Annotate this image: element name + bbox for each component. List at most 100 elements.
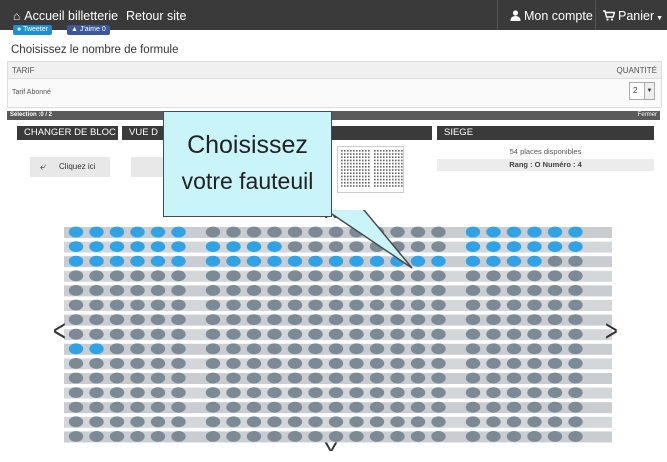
chevron-left-icon[interactable]: < <box>53 313 66 349</box>
seat-taken <box>150 299 166 311</box>
seat-available[interactable] <box>109 241 125 252</box>
seat-available[interactable] <box>431 255 446 267</box>
seat-available[interactable] <box>506 241 522 252</box>
account-link[interactable]: Mon compte <box>510 0 593 30</box>
seat-available[interactable] <box>527 241 542 252</box>
seat-available[interactable] <box>465 255 481 267</box>
seat-taken <box>328 401 344 413</box>
seat-available[interactable] <box>547 241 563 252</box>
seat-available[interactable] <box>130 241 145 252</box>
seat-taken <box>568 299 583 311</box>
seat-available[interactable] <box>109 255 125 267</box>
seat-available[interactable] <box>109 226 125 238</box>
seat-available[interactable] <box>171 255 186 267</box>
seat-available[interactable] <box>568 226 583 238</box>
minimap-seat <box>374 153 376 155</box>
seat-available[interactable] <box>150 226 166 238</box>
seat-available[interactable] <box>267 255 282 267</box>
seat-available[interactable] <box>568 241 583 252</box>
seat-taken <box>431 226 446 238</box>
twitter-icon: ● <box>17 26 22 33</box>
seat-available[interactable] <box>150 241 166 252</box>
minimap-seat <box>347 156 349 158</box>
chevron-down-icon[interactable]: v <box>325 438 338 456</box>
seat-available[interactable] <box>527 255 542 267</box>
secondary-button[interactable] <box>131 157 164 177</box>
like-button[interactable]: ▲ J'aime 0 <box>67 25 110 35</box>
seat-available[interactable] <box>205 255 221 267</box>
minimap-seat <box>401 159 403 162</box>
seat-taken <box>547 343 563 355</box>
seat-taken <box>267 343 282 355</box>
seat-taken <box>390 314 405 325</box>
seat-taken <box>465 285 481 296</box>
callout-box: Choisissez votre fauteuil <box>163 111 332 217</box>
seat-available[interactable] <box>226 241 241 252</box>
callout-pointer <box>324 210 413 269</box>
seat-taken <box>205 299 221 311</box>
seat-available[interactable] <box>527 226 542 238</box>
seat-available[interactable] <box>68 255 84 267</box>
minimap-seat <box>383 175 385 178</box>
minimap-seat <box>356 156 358 158</box>
seat-available[interactable] <box>246 255 262 267</box>
seat-taken <box>287 343 303 355</box>
seat-taken <box>410 387 426 398</box>
minimap-seat <box>341 182 343 184</box>
seat-available[interactable] <box>547 226 563 238</box>
minimap-seat <box>344 156 346 158</box>
seat-available[interactable] <box>486 241 501 252</box>
seat-available[interactable] <box>205 241 221 252</box>
seat-available[interactable] <box>89 226 104 238</box>
seat-taken <box>226 416 241 428</box>
seat-available[interactable] <box>246 241 262 252</box>
seat-taken <box>246 372 262 384</box>
back-button[interactable]: ⤶ Cliquez ici <box>30 157 110 177</box>
seat-available[interactable] <box>486 226 501 238</box>
seat-available[interactable] <box>68 226 84 238</box>
seat-taken <box>267 416 282 428</box>
minimap-seat <box>398 185 400 187</box>
seat-available[interactable] <box>226 255 241 267</box>
seat-available[interactable] <box>89 343 104 355</box>
quantity-select[interactable]: 2 ▼ <box>629 82 655 100</box>
minimap-seat <box>347 162 349 165</box>
seat-available[interactable] <box>89 241 104 252</box>
seat-available[interactable] <box>130 226 145 238</box>
minimap-seat <box>350 172 352 174</box>
block-minimap[interactable] <box>337 146 404 193</box>
seat-taken <box>130 328 145 340</box>
seat-available[interactable] <box>506 255 522 267</box>
seat-taken <box>431 358 446 369</box>
seat-available[interactable] <box>171 241 186 252</box>
seat-available[interactable] <box>68 241 84 252</box>
seat-available[interactable] <box>150 255 166 267</box>
seat-available[interactable] <box>89 255 104 267</box>
seat-available[interactable] <box>486 255 501 267</box>
seat-taken <box>205 343 221 355</box>
seat-taken <box>568 431 583 442</box>
cart-link-label: Panier <box>618 9 655 23</box>
cart-link[interactable]: Panier ▼ <box>603 0 663 30</box>
close-link[interactable]: Fermer <box>638 111 657 120</box>
minimap-seat <box>389 185 391 187</box>
chevron-right-icon[interactable]: > <box>605 313 618 349</box>
seat-available[interactable] <box>506 226 522 238</box>
seat-available[interactable] <box>171 226 186 238</box>
tweet-button[interactable]: ● Tweeter <box>13 25 52 35</box>
seat-available[interactable] <box>68 343 84 355</box>
seat-available[interactable] <box>465 226 481 238</box>
minimap-seat <box>344 178 346 181</box>
back-to-site-link[interactable]: Retour site <box>126 0 186 30</box>
minimap-seat <box>395 175 397 178</box>
change-block-tab[interactable]: CHANGER DE BLOC <box>17 126 118 140</box>
minimap-seat <box>389 162 391 165</box>
minimap-seat <box>356 166 358 168</box>
seat-available[interactable] <box>267 241 282 252</box>
minimap-seat <box>368 153 370 155</box>
seat-available[interactable] <box>130 255 145 267</box>
minimap-seat <box>347 175 349 178</box>
seat-available[interactable] <box>465 241 481 252</box>
seat-taken <box>287 314 303 325</box>
seat-taken <box>89 401 104 413</box>
